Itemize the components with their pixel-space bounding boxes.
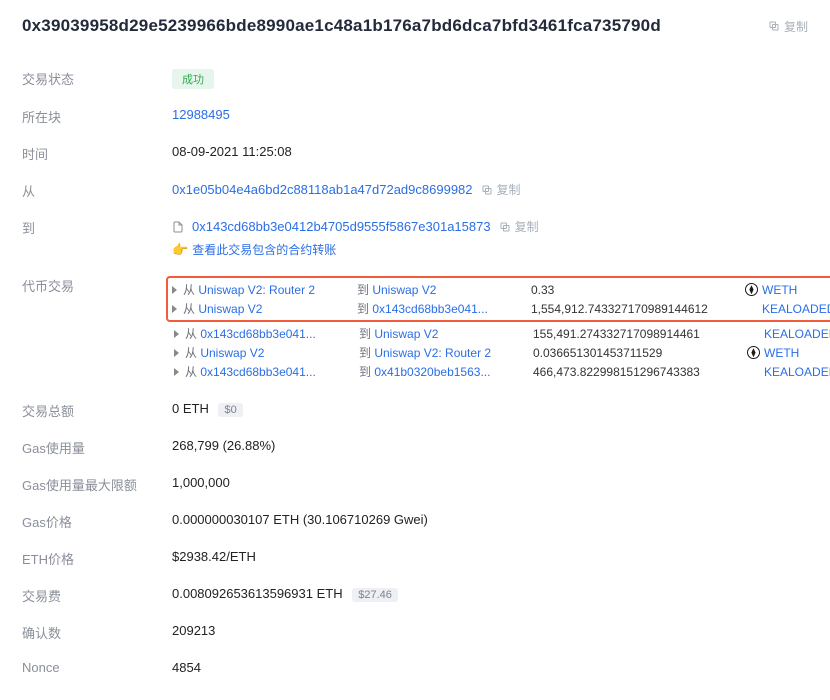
copy-icon: [481, 184, 493, 196]
copy-label: 复制: [497, 181, 521, 198]
weth-token-icon: ⧫: [745, 283, 758, 296]
expand-caret-icon[interactable]: [172, 286, 177, 294]
contract-icon: [172, 220, 184, 234]
gas-used-value: 268,799 (26.88%): [172, 438, 808, 453]
token-amount: 466,473.822998151296743383: [533, 365, 741, 379]
view-internal-tx-link[interactable]: 👉 查看此交易包含的合约转账: [172, 241, 808, 258]
label-gas-limit: Gas使用量最大限额: [22, 475, 172, 494]
token-amount: 0.33: [531, 283, 739, 297]
expand-caret-icon[interactable]: [174, 349, 179, 357]
token-tx-row: 从 Uniswap V2 到 0x143cd68bb3e041... 1,554,9…: [172, 299, 830, 318]
token-symbol-link[interactable]: KEALOADED: [764, 365, 830, 379]
token-from-link[interactable]: 0x143cd68bb3e041...: [200, 365, 315, 379]
fee-eth: 0.008092653613596931 ETH: [172, 586, 343, 601]
token-to-link[interactable]: Uniswap V2: [372, 283, 436, 297]
label-to: 到: [22, 218, 172, 237]
token-to-link[interactable]: 0x41b0320beb1563...: [374, 365, 490, 379]
nonce-value: 4854: [172, 660, 808, 675]
time-value: 08-09-2021 11:25:08: [172, 144, 808, 159]
gas-price-value: 0.000000030107 ETH (30.106710269 Gwei): [172, 512, 808, 527]
copy-icon: [768, 20, 780, 32]
label-token-tx: 代币交易: [22, 276, 172, 295]
seg-from: 从: [183, 283, 198, 297]
token-tx-row: 从 Uniswap V2: Router 2 到 Uniswap V2 0.33 ⧫ W…: [172, 280, 830, 299]
copy-icon: [499, 221, 511, 233]
total-usd: $0: [218, 403, 242, 417]
seg-from: 从: [183, 302, 198, 316]
label-from: 从: [22, 181, 172, 200]
from-address-link[interactable]: 0x1e05b04e4a6bd2c88118ab1a47d72ad9c86999…: [172, 182, 473, 197]
token-symbol-link[interactable]: WETH: [762, 283, 797, 297]
token-symbol-link[interactable]: WETH: [764, 346, 799, 360]
label-gas-used: Gas使用量: [22, 438, 172, 457]
label-total: 交易总额: [22, 401, 172, 420]
token-tx-list: 从 Uniswap V2: Router 2到 Uniswap V20.33⧫W…: [172, 276, 830, 383]
gas-limit-value: 1,000,000: [172, 475, 808, 490]
token-from-link[interactable]: 0x143cd68bb3e041...: [200, 327, 315, 341]
label-status: 交易状态: [22, 69, 172, 88]
label-gas-price: Gas价格: [22, 512, 172, 531]
token-from-link[interactable]: Uniswap V2: Router 2: [198, 283, 315, 297]
label-fee: 交易费: [22, 586, 172, 605]
copy-hash-button[interactable]: 复制: [768, 18, 808, 35]
token-from-link[interactable]: Uniswap V2: [200, 346, 264, 360]
seg-to: 到: [359, 327, 374, 341]
token-tx-row: 从 Uniswap V2 到 Uniswap V2: Router 2 0.0366…: [174, 343, 830, 362]
label-nonce: Nonce: [22, 660, 172, 675]
token-amount: 0.036651301453711529: [533, 346, 741, 360]
label-block: 所在块: [22, 107, 172, 126]
seg-to: 到: [357, 283, 372, 297]
copy-from-button[interactable]: 复制: [481, 181, 521, 198]
token-to-link[interactable]: 0x143cd68bb3e041...: [372, 302, 487, 316]
expand-caret-icon[interactable]: [174, 368, 179, 376]
token-icon-placeholder: [747, 365, 760, 378]
token-symbol-link[interactable]: KEALOADED: [764, 327, 830, 341]
transaction-hash: 0x39039958d29e5239966bde8990ae1c48a1b176…: [22, 16, 661, 36]
token-amount: 1,554,912.743327170989144612: [531, 302, 739, 316]
token-icon-placeholder: [747, 327, 760, 340]
copy-label: 复制: [784, 18, 808, 35]
seg-from: 从: [185, 346, 200, 360]
label-confirmations: 确认数: [22, 623, 172, 642]
copy-label: 复制: [515, 218, 539, 235]
weth-token-icon: ⧫: [747, 346, 760, 359]
token-to-link[interactable]: Uniswap V2: Router 2: [374, 346, 491, 360]
seg-from: 从: [185, 365, 200, 379]
copy-to-button[interactable]: 复制: [499, 218, 539, 235]
confirmations-value: 209213: [172, 623, 808, 638]
expand-caret-icon[interactable]: [172, 305, 177, 313]
pointer-icon: 👉: [172, 242, 188, 258]
status-badge: 成功: [172, 69, 214, 89]
label-time: 时间: [22, 144, 172, 163]
token-tx-row: 从 0x143cd68bb3e041... 到 Uniswap V2 155,491…: [174, 324, 830, 343]
token-amount: 155,491.274332717098914461: [533, 327, 741, 341]
token-icon-placeholder: [745, 302, 758, 315]
token-symbol-link[interactable]: KEALOADED: [762, 302, 830, 316]
hint-text: 查看此交易包含的合约转账: [192, 241, 336, 258]
to-address-link[interactable]: 0x143cd68bb3e0412b4705d9555f5867e301a158…: [192, 219, 491, 234]
token-to-link[interactable]: Uniswap V2: [374, 327, 438, 341]
eth-price-value: $2938.42/ETH: [172, 549, 808, 564]
seg-to: 到: [359, 365, 374, 379]
token-tx-row: 从 0x143cd68bb3e041... 到 0x41b0320beb1563.…: [174, 362, 830, 381]
seg-to: 到: [357, 302, 372, 316]
expand-caret-icon[interactable]: [174, 330, 179, 338]
seg-from: 从: [185, 327, 200, 341]
seg-to: 到: [359, 346, 374, 360]
token-from-link[interactable]: Uniswap V2: [198, 302, 262, 316]
block-number-link[interactable]: 12988495: [172, 107, 808, 122]
label-eth-price: ETH价格: [22, 549, 172, 568]
total-eth: 0 ETH: [172, 401, 209, 416]
